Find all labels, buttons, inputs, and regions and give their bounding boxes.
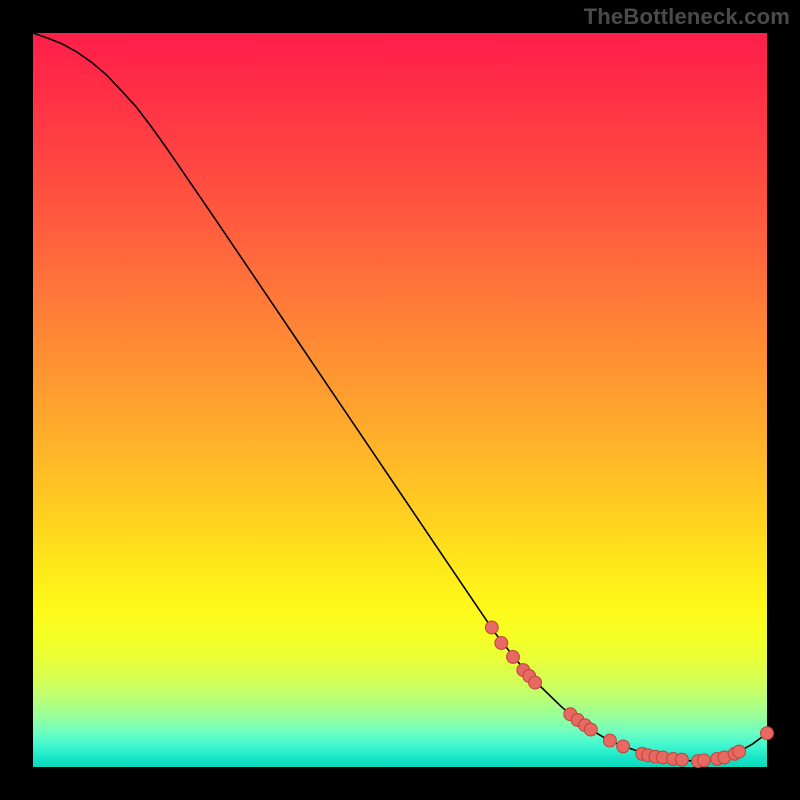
marker-dot bbox=[507, 651, 520, 664]
marker-dot bbox=[485, 621, 498, 634]
marker-dot bbox=[761, 727, 774, 740]
marker-dot bbox=[529, 676, 542, 689]
curve-layer bbox=[33, 33, 767, 767]
marker-group bbox=[485, 621, 773, 767]
marker-dot bbox=[584, 723, 597, 736]
marker-dot bbox=[733, 745, 746, 758]
marker-dot bbox=[617, 740, 630, 753]
marker-dot bbox=[604, 734, 617, 747]
marker-dot bbox=[495, 637, 508, 650]
watermark-text: TheBottleneck.com bbox=[584, 4, 790, 30]
marker-dot bbox=[698, 754, 711, 767]
marker-dot bbox=[676, 753, 689, 766]
curve-path bbox=[33, 33, 767, 761]
chart-stage: TheBottleneck.com bbox=[0, 0, 800, 800]
